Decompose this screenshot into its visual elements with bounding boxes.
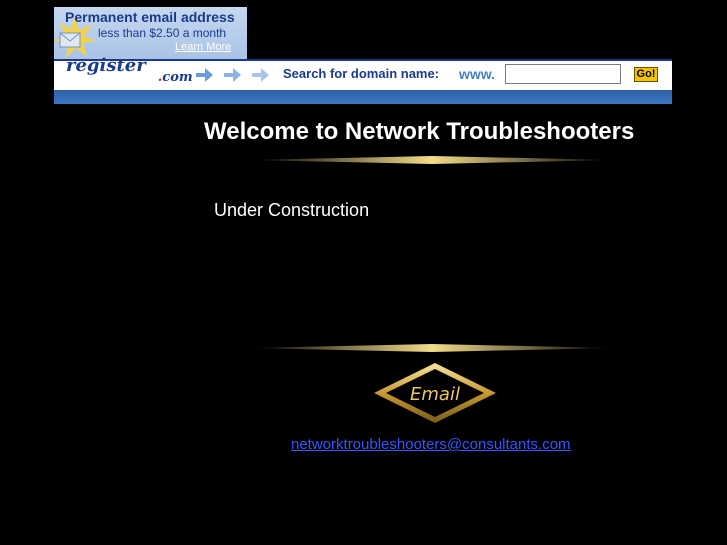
- banner-bottom-bar: [54, 90, 672, 104]
- logo-main-text: register: [66, 55, 146, 76]
- email-button[interactable]: Email: [373, 362, 497, 429]
- ad-title: Permanent email address: [65, 9, 235, 25]
- gold-divider-top: [250, 156, 614, 164]
- gold-divider-bottom: [250, 344, 614, 352]
- register-com-logo[interactable]: register.com: [66, 55, 193, 85]
- arrow-right-icon: [196, 68, 213, 82]
- arrow-right-icon: [224, 68, 241, 82]
- arrow-icons: [196, 68, 269, 82]
- page-title: Welcome to Network Troubleshooters: [204, 118, 635, 145]
- status-text: Under Construction: [214, 200, 370, 220]
- search-label: Search for domain name:: [283, 66, 440, 81]
- logo-suffix-text: com: [162, 70, 193, 85]
- email-button-label: Email: [410, 384, 460, 405]
- arrow-right-icon: [252, 68, 269, 82]
- learn-more-link[interactable]: Learn More: [175, 41, 231, 53]
- www-prefix: www.: [459, 66, 496, 82]
- email-ad-banner[interactable]: Permanent email address less than $2.50 …: [54, 7, 247, 59]
- domain-search-input[interactable]: [505, 64, 621, 84]
- email-address-link[interactable]: networktroubleshooters@consultants.com: [291, 436, 571, 453]
- go-button[interactable]: Go!: [634, 67, 658, 82]
- domain-search-banner: register.com Search for domain name: www…: [54, 55, 672, 90]
- ad-subtitle: less than $2.50 a month: [98, 26, 227, 40]
- gold-diamond-icon: Email: [374, 363, 496, 423]
